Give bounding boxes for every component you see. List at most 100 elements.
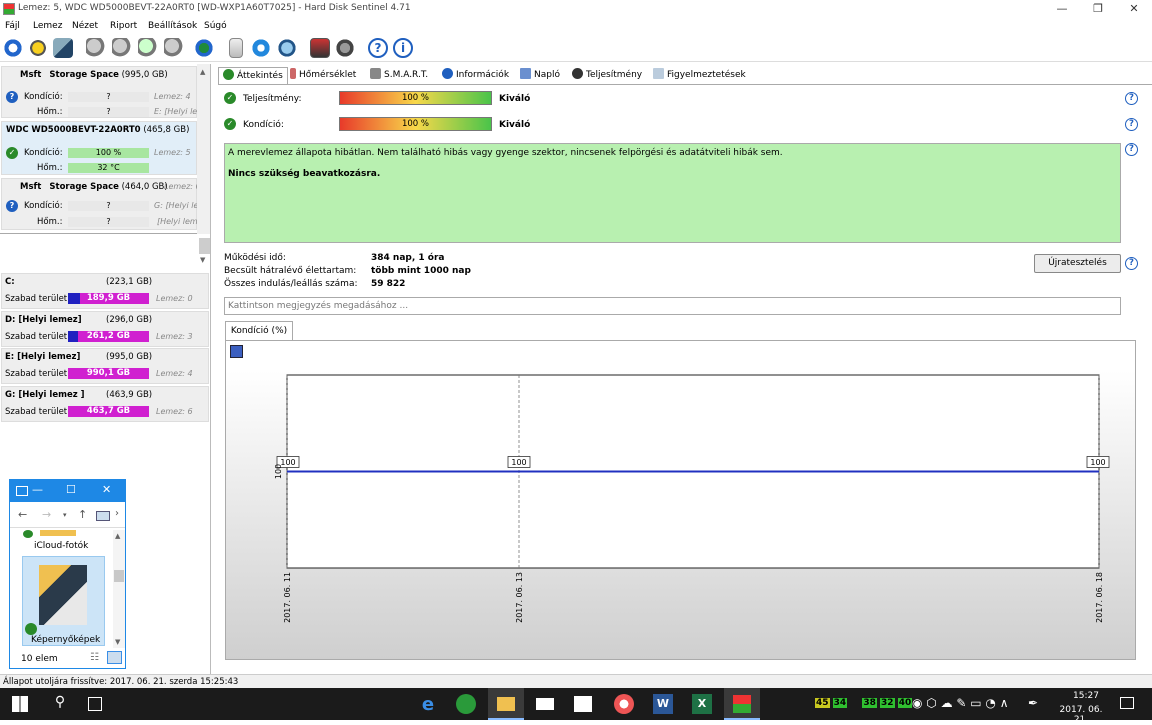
scroll-thumb[interactable] [199, 238, 210, 254]
taskbar: ⚲ e W X 45 34 38 32 40 ◉ ⬡ ☁ ✎ ▭ ◔ ∧ ✒ 1… [0, 688, 1152, 725]
scroll-down-arrow[interactable]: ▼ [115, 638, 120, 646]
tray-temp[interactable]: 32 [880, 698, 895, 708]
explorer-maximize-button[interactable]: ☐ [66, 483, 76, 496]
folder-icon [497, 697, 515, 711]
start-icon[interactable] [12, 696, 28, 712]
clock-date[interactable]: 2017. 06. 21. [1053, 705, 1109, 725]
refresh-icon[interactable] [3, 38, 23, 58]
help-icon[interactable]: ? [368, 38, 388, 58]
tab-smart[interactable]: S.M.A.R.T. [370, 67, 428, 84]
chevron-right-icon[interactable]: › [115, 508, 119, 519]
maximize-button[interactable]: ❐ [1080, 0, 1116, 18]
disk-item[interactable]: Msft Storage Space (464,0 GB) Lemez: 6 ?… [1, 178, 198, 230]
task-view-icon[interactable] [88, 697, 102, 711]
performance-icon [572, 68, 583, 79]
partition-item[interactable]: E: [Helyi lemez] (995,0 GB) Szabad terül… [1, 348, 209, 384]
scroll-thumb[interactable] [114, 570, 124, 582]
disk-item[interactable]: Msft Storage Space (995,0 GB) ? Kondíció… [1, 66, 197, 118]
warning-icon[interactable] [28, 38, 48, 58]
excel-icon[interactable]: X [692, 694, 712, 714]
tray-temp[interactable]: 45 [815, 698, 830, 708]
tray-icons[interactable]: ◉ ⬡ ☁ ✎ ▭ ◔ ∧ [912, 696, 1008, 710]
folder-item-selected[interactable]: Képernyőképek [22, 556, 105, 646]
help-icon[interactable]: ? [1125, 92, 1138, 105]
menu-disk[interactable]: Lemez [33, 21, 62, 31]
menu-file[interactable]: Fájl [5, 21, 20, 31]
status-text: A merevlemez állapota hibátlan. Nem talá… [228, 148, 783, 158]
word-icon[interactable]: W [653, 694, 673, 714]
temp-label: Hőm.: [37, 163, 63, 173]
explorer-close-button[interactable]: ✕ [102, 483, 111, 496]
free-space-bar: 463,7 GB [68, 406, 149, 417]
utorrent-icon[interactable] [456, 694, 476, 714]
disk-surface-icon[interactable] [112, 38, 132, 58]
search-icon[interactable]: ⚲ [50, 694, 70, 714]
note-input[interactable]: Kattintson megjegyzés megadásához ... [224, 297, 1121, 315]
disk-vendor: Msft [20, 70, 42, 80]
sync-icon[interactable] [251, 38, 271, 58]
store-icon[interactable] [574, 696, 592, 712]
free-space-value: 261,2 GB [86, 331, 131, 341]
hdsentinel-taskbar-item[interactable] [724, 688, 760, 720]
disk-tool-icon[interactable] [164, 38, 184, 58]
tab-temperature[interactable]: Hőmérséklet [290, 67, 356, 84]
help-icon[interactable]: ? [1125, 118, 1138, 131]
up-arrow-icon[interactable]: ↑ [78, 508, 87, 521]
monitor-icon[interactable] [310, 38, 330, 58]
explorer-window[interactable]: — ☐ ✕ ← → ▾ ↑ › iCloud-fotók Képernyőkép… [9, 479, 126, 669]
folder-label[interactable]: iCloud-fotók [34, 541, 88, 551]
disk-item-selected[interactable]: WDC WD5000BEVT-22A0RT0 (465,8 GB) ✓ Kond… [1, 121, 197, 175]
partition-item[interactable]: D: [Helyi lemez] (296,0 GB) Szabad terül… [1, 311, 209, 347]
clock-time[interactable]: 15:27 [1066, 691, 1106, 701]
menu-report[interactable]: Riport [110, 21, 137, 31]
performance-rating: Kiváló [499, 94, 531, 104]
tab-performance[interactable]: Teljesítmény [572, 67, 642, 84]
settings-icon[interactable] [335, 38, 355, 58]
disk-list-scrollbar[interactable]: ▲ [197, 64, 210, 234]
menu-view[interactable]: Nézet [72, 21, 98, 31]
tab-info[interactable]: Információk [442, 67, 509, 84]
document-icon[interactable] [229, 38, 243, 58]
globe-icon[interactable] [194, 38, 214, 58]
details-view-icon[interactable]: ☷ [90, 652, 99, 663]
partition-item[interactable]: C: (223,1 GB) Szabad terület 189,9 GB Le… [1, 273, 209, 309]
tab-log[interactable]: Napló [520, 67, 560, 84]
partition-item[interactable]: G: [Helyi lemez ] (463,9 GB) Szabad terü… [1, 386, 209, 422]
tray-temp[interactable]: 40 [897, 698, 913, 708]
performance-label: Teljesítmény: [243, 94, 302, 104]
forward-arrow-icon[interactable]: → [42, 508, 51, 521]
unknown-status-icon: ? [6, 200, 18, 212]
chart-tab-condition[interactable]: Kondíció (%) [225, 321, 293, 341]
menu-help[interactable]: Súgó [204, 21, 227, 31]
notifications-icon[interactable] [1120, 697, 1134, 709]
report-icon[interactable] [53, 38, 73, 58]
tab-alerts[interactable]: Figyelmeztetések [653, 67, 746, 84]
close-button[interactable]: ✕ [1116, 0, 1152, 18]
scroll-down-arrow[interactable]: ▼ [200, 256, 205, 264]
pen-icon[interactable]: ✒ [1028, 696, 1038, 710]
minimize-button[interactable]: — [1044, 0, 1080, 18]
edge-icon[interactable]: e [418, 694, 438, 715]
help-icon[interactable]: ? [1125, 143, 1138, 156]
network-icon[interactable] [277, 38, 297, 58]
dropdown-chevron-icon[interactable]: ▾ [63, 511, 67, 519]
disk-ok-icon[interactable] [138, 38, 158, 58]
mail-icon[interactable] [536, 698, 554, 710]
disk-test-icon[interactable] [86, 38, 106, 58]
help-icon[interactable]: ? [1125, 257, 1138, 270]
itunes-icon[interactable] [614, 694, 634, 714]
tray-temp[interactable]: 38 [862, 698, 877, 708]
explorer-scrollbar[interactable]: ▲ ▼ [113, 530, 125, 648]
info-icon[interactable]: i [393, 38, 413, 58]
menu-settings[interactable]: Beállítások [148, 21, 197, 31]
scroll-up-arrow[interactable]: ▲ [115, 532, 120, 540]
explorer-minimize-button[interactable]: — [32, 483, 43, 496]
back-arrow-icon[interactable]: ← [18, 508, 27, 521]
tiles-view-icon[interactable] [107, 651, 122, 664]
uptime-label: Működési idő: [224, 253, 286, 263]
scroll-up-arrow[interactable]: ▲ [200, 68, 205, 76]
explorer-taskbar-item[interactable] [488, 688, 524, 720]
retest-button[interactable]: Újratesztelés [1034, 254, 1121, 273]
tab-overview[interactable]: Áttekintés [218, 67, 288, 84]
tray-temp[interactable]: 34 [832, 698, 848, 708]
